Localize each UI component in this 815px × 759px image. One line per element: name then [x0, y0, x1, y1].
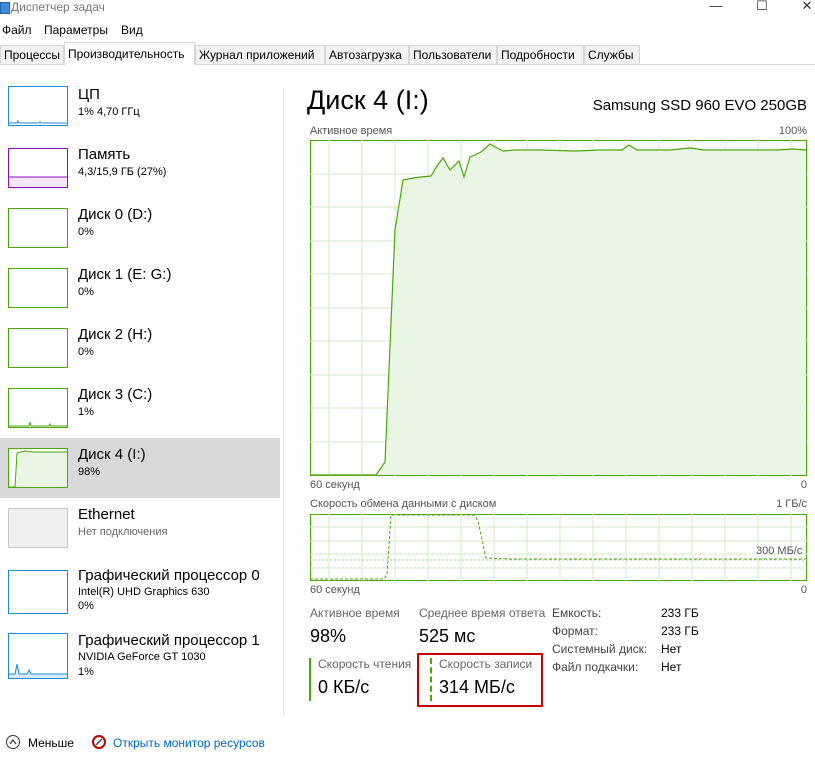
active-time-label: Активное время	[310, 606, 400, 620]
sidebar-item-value: 0%	[78, 286, 94, 298]
menu-view[interactable]: Вид	[121, 23, 143, 37]
write-speed-highlight	[417, 653, 543, 707]
sidebar-item-value: Нет подключения	[78, 526, 168, 538]
tab-details[interactable]: Подробности	[497, 45, 584, 64]
active-time-graph-x-label: 60 секунд	[310, 479, 360, 491]
tab-services[interactable]: Службы	[584, 45, 640, 64]
resource-monitor-icon	[92, 735, 106, 749]
active-time-graph-max: 100%	[778, 125, 807, 137]
sidebar-item-disk-3[interactable]: Диск 3 (C:) 1%	[0, 380, 280, 440]
sidebar-item-disk-0[interactable]: Диск 0 (D:) 0%	[0, 200, 280, 260]
gpu-1-thumbnail-graph	[8, 633, 68, 679]
active-time-graph-min: 0	[800, 479, 807, 491]
minimize-button[interactable]: —	[706, 0, 726, 12]
sidebar-item-cpu[interactable]: ЦП 1% 4,70 ГГц	[0, 80, 280, 140]
sidebar-item-label: Графический процессор 1	[78, 632, 260, 649]
transfer-graph-max: 1 ГБ/с	[776, 498, 807, 510]
task-manager-icon	[0, 2, 10, 14]
sidebar-item-memory[interactable]: Память 4,3/15,9 ГБ (27%)	[0, 140, 280, 200]
property-system-disk-value: Нет	[661, 642, 682, 656]
gpu-0-thumbnail-graph	[8, 570, 68, 614]
sidebar-item-value: 1% 4,70 ГГц	[78, 106, 140, 118]
sidebar-item-label: Диск 4 (I:)	[78, 446, 146, 463]
transfer-rate-graph	[310, 514, 807, 581]
tab-startup[interactable]: Автозагрузка	[325, 45, 409, 64]
ethernet-thumbnail-graph	[8, 508, 68, 548]
avg-response-value: 525 мс	[419, 626, 476, 646]
title-bar: Диспетчер задач — ☐ ✕	[0, 0, 815, 20]
menu-file[interactable]: Файл	[2, 23, 32, 37]
sidebar-item-ethernet[interactable]: Ethernet Нет подключения	[0, 500, 280, 560]
property-capacity-label: Емкость:	[552, 606, 602, 620]
property-format-value: 233 ГБ	[661, 624, 699, 638]
sidebar-item-subtitle: Intel(R) UHD Graphics 630	[78, 586, 210, 598]
sidebar-item-label: Диск 0 (D:)	[78, 206, 153, 223]
active-time-graph-label: Активное время	[310, 125, 393, 137]
chevron-up-icon[interactable]	[6, 735, 20, 749]
sidebar-item-value: 0%	[78, 346, 94, 358]
avg-response-label: Среднее время ответа	[419, 606, 546, 620]
cpu-thumbnail-graph	[8, 86, 68, 126]
sidebar-item-value: 98%	[78, 466, 101, 478]
active-time-graph	[310, 140, 807, 476]
disk-3-thumbnail-graph	[8, 388, 68, 428]
property-system-disk-label: Системный диск:	[552, 642, 648, 656]
sidebar-item-subtitle: NVIDIA GeForce GT 1030	[78, 651, 206, 663]
sidebar-item-disk-1[interactable]: Диск 1 (E: G:) 0%	[0, 260, 280, 320]
disk-1-thumbnail-graph	[8, 268, 68, 308]
window-title: Диспетчер задач	[11, 0, 105, 14]
property-format-label: Формат:	[552, 624, 598, 638]
sidebar-item-label: Память	[78, 146, 131, 163]
disk-4-thumbnail-graph	[8, 448, 68, 488]
sidebar-item-label: Диск 3 (C:)	[78, 386, 153, 403]
sidebar-item-label: Графический процессор 0	[78, 567, 260, 584]
tab-app-history[interactable]: Журнал приложений	[195, 45, 325, 64]
property-page-file-value: Нет	[661, 660, 682, 674]
sidebar-item-disk-4[interactable]: Диск 4 (I:) 98%	[0, 438, 280, 498]
sidebar-item-value: 4,3/15,9 ГБ (27%)	[78, 166, 167, 178]
transfer-graph-x-label: 60 секунд	[310, 584, 360, 596]
property-page-file-label: Файл подкачки:	[552, 660, 639, 674]
tab-performance[interactable]: Производительность	[64, 42, 195, 65]
active-time-value: 98%	[310, 626, 347, 646]
sidebar-item-label: Диск 2 (H:)	[78, 326, 153, 343]
transfer-graph-mid: 300 МБ/с	[756, 545, 803, 557]
menu-options[interactable]: Параметры	[44, 23, 108, 37]
tab-users[interactable]: Пользователи	[409, 45, 497, 64]
transfer-graph-label: Скорость обмена данными с диском	[310, 498, 497, 510]
read-speed-value: 0 КБ/с	[318, 677, 370, 697]
disk-model: Samsung SSD 960 EVO 250GB	[592, 97, 807, 114]
close-button[interactable]: ✕	[797, 0, 815, 12]
fewer-details-button[interactable]: Меньше	[28, 736, 74, 750]
maximize-button[interactable]: ☐	[752, 0, 772, 12]
open-resource-monitor-link[interactable]: Открыть монитор ресурсов	[113, 736, 265, 750]
sidebar-item-value: 1%	[78, 406, 94, 418]
sidebar-item-disk-2[interactable]: Диск 2 (H:) 0%	[0, 320, 280, 380]
disk-2-thumbnail-graph	[8, 328, 68, 368]
sidebar-item-value: 0%	[78, 226, 94, 238]
sidebar-item-value: 1%	[78, 666, 94, 678]
disk-0-thumbnail-graph	[8, 208, 68, 248]
detail-title: Диск 4 (I:)	[307, 85, 429, 115]
read-speed-label: Скорость чтения	[318, 657, 412, 671]
sidebar-item-gpu-1[interactable]: Графический процессор 1 NVIDIA GeForce G…	[0, 625, 280, 685]
transfer-graph-min: 0	[800, 584, 807, 596]
sidebar-item-value: 0%	[78, 600, 94, 612]
property-capacity-value: 233 ГБ	[661, 606, 699, 620]
memory-thumbnail-graph	[8, 148, 68, 188]
tab-processes[interactable]: Процессы	[0, 45, 64, 64]
sidebar-item-gpu-0[interactable]: Графический процессор 0 Intel(R) UHD Gra…	[0, 560, 280, 620]
sidebar-item-label: Ethernet	[78, 506, 135, 523]
panel-divider	[283, 88, 284, 716]
sidebar-item-label: ЦП	[78, 86, 100, 103]
read-speed-legend-bar	[309, 658, 311, 701]
sidebar-item-label: Диск 1 (E: G:)	[78, 266, 172, 283]
